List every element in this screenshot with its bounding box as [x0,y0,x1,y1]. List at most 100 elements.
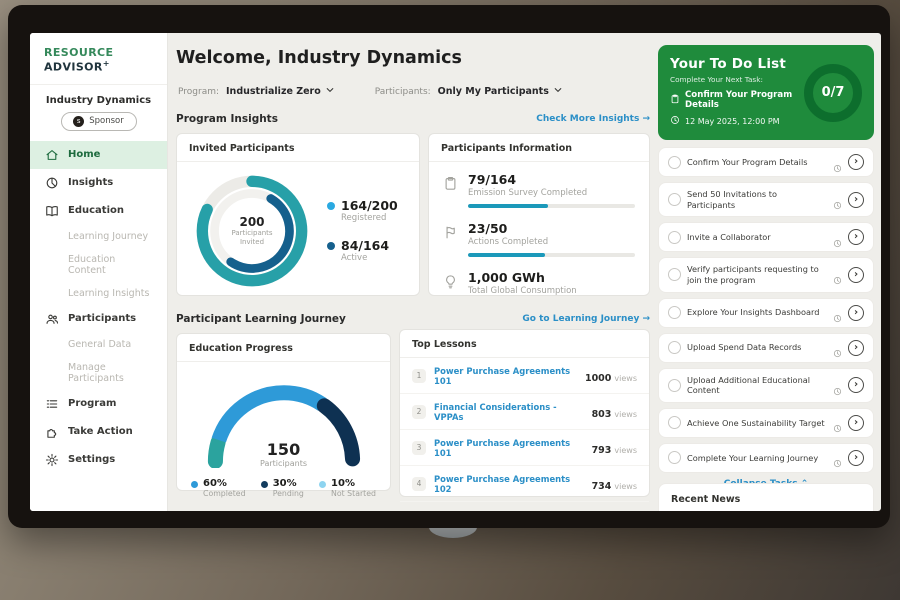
participants-filter-select[interactable]: Only My Participants [438,85,563,98]
lesson-link[interactable]: Financial Considerations - VPPAs [434,402,584,422]
sidebar-item-participants[interactable]: Participants [30,305,167,333]
task-open-button[interactable]: › [848,415,864,431]
todo-next-task: Confirm Your Program Details [685,90,804,110]
task-checkbox[interactable] [668,268,681,281]
legend-active: 84/164 Active [327,239,398,263]
list-icon [45,397,59,411]
todo-task-list: Confirm Your Program Details › Send 50 I… [658,147,874,489]
legend-label: Not Started [331,489,376,498]
users-icon [45,312,59,326]
metric-value: 23/50 [468,221,635,236]
sidebar-item-education-content[interactable]: Education Content [30,248,167,282]
lesson-rank: 1 [412,369,426,383]
education-progress-card: Education Progress 150 Participants 60% … [176,333,391,491]
task-checkbox[interactable] [668,193,681,206]
clock-icon [670,115,680,127]
sidebar-item-label: Settings [68,454,115,465]
task-checkbox[interactable] [668,306,681,319]
actions-completed-row: 23/50 Actions Completed [443,221,635,257]
task-open-button[interactable]: › [848,154,864,170]
legend-pending: 30% Pending [261,478,304,498]
metric-label: Actions Completed [468,237,635,247]
sidebar-program-name: Industry Dynamics [30,95,167,106]
task-open-button[interactable]: › [848,192,864,208]
lesson-link[interactable]: Power Purchase Agreements 102 [434,474,584,494]
app-logo: RESOURCE ADVISOR+ [30,33,167,85]
go-to-learning-journey-link[interactable]: Go to Learning Journey → [522,314,650,324]
clock-icon [833,418,842,427]
clock-icon [833,453,842,462]
legend-value: 84/164 [341,239,389,253]
task-row: Invite a Collaborator › [658,222,874,252]
legend-value: 30% [273,478,304,489]
check-more-insights-link[interactable]: Check More Insights → [536,114,650,124]
task-checkbox[interactable] [668,451,681,464]
todo-progress-value: 0/7 [822,85,845,100]
legend-dot [261,481,268,488]
task-checkbox[interactable] [668,416,681,429]
program-filter-value: Industrialize Zero [226,86,321,97]
views-suffix: views [614,374,637,383]
sidebar-item-insights[interactable]: Insights [30,169,167,197]
program-insights-title: Program Insights [176,113,278,125]
sidebar-item-label: Education [68,205,124,216]
todo-subtitle: Complete Your Next Task: [670,75,804,84]
invited-participants-card-title: Invited Participants [177,134,419,162]
todo-progress-ring: 0/7 [804,64,862,122]
task-open-button[interactable]: › [848,450,864,466]
task-checkbox[interactable] [668,156,681,169]
clipboard-icon [670,94,680,107]
task-label: Complete Your Learning Journey [687,453,827,464]
lesson-link[interactable]: Power Purchase Agreements 103 [434,510,584,512]
clock-icon [833,308,842,317]
task-open-button[interactable]: › [848,229,864,245]
book-icon [45,204,59,218]
task-label: Achieve One Sustainability Target [687,418,827,429]
sidebar-item-home[interactable]: Home [30,141,167,169]
legend-dot [327,242,335,250]
sidebar-item-label: Insights [68,177,113,188]
sidebar-item-learning-journey[interactable]: Learning Journey [30,225,167,248]
consumption-row: 1,000 GWh Total Global Consumption [443,270,635,296]
insights-icon [45,176,59,190]
task-open-button[interactable]: › [848,340,864,356]
chevron-down-icon [325,85,335,98]
legend-label: Active [341,253,389,263]
task-label: Explore Your Insights Dashboard [687,307,827,318]
task-row: Explore Your Insights Dashboard › [658,298,874,328]
sidebar-item-manage-participants[interactable]: Manage Participants [30,356,167,390]
sidebar-item-settings[interactable]: Settings [30,446,167,474]
sidebar-item-general-data[interactable]: General Data [30,333,167,356]
lesson-link[interactable]: Power Purchase Agreements 101 [434,438,584,458]
legend-value: 60% [203,478,246,489]
education-gauge-chart: 150 Participants [200,376,368,468]
donut-center-label: Participants Invited [223,229,281,247]
program-filter-select[interactable]: Industrialize Zero [226,85,335,98]
task-label: Send 50 Invitations to Participants [687,189,827,210]
sidebar-item-education[interactable]: Education [30,197,167,225]
legend-value: 10% [331,478,376,489]
lesson-rank: 4 [412,477,426,491]
task-open-button[interactable]: › [848,305,864,321]
task-open-button[interactable]: › [848,377,864,393]
task-open-button[interactable]: › [848,267,864,283]
legend-label: Completed [203,489,246,498]
participants-information-card: Participants Information 79/164 Emission… [428,133,650,296]
legend-dot [191,481,198,488]
task-row: Verify participants requesting to join t… [658,257,874,292]
sponsor-badge-label: Sponsor [89,116,124,126]
task-checkbox[interactable] [668,379,681,392]
task-checkbox[interactable] [668,231,681,244]
sidebar-item-take-action[interactable]: Take Action [30,418,167,446]
todo-due-date: 12 May 2025, 12:00 PM [685,117,780,126]
sidebar-item-learning-insights[interactable]: Learning Insights [30,282,167,305]
lesson-views: 1000 [585,373,611,384]
clock-icon [833,158,842,167]
monitor-bezel: RESOURCE ADVISOR+ Industry Dynamics s Sp… [8,5,890,528]
lesson-link[interactable]: Power Purchase Agreements 101 [434,366,577,386]
task-checkbox[interactable] [668,341,681,354]
task-row: Achieve One Sustainability Target › [658,408,874,438]
metric-value: 1,000 GWh [468,270,635,285]
participants-information-card-title: Participants Information [429,134,649,162]
sidebar-item-program[interactable]: Program [30,390,167,418]
